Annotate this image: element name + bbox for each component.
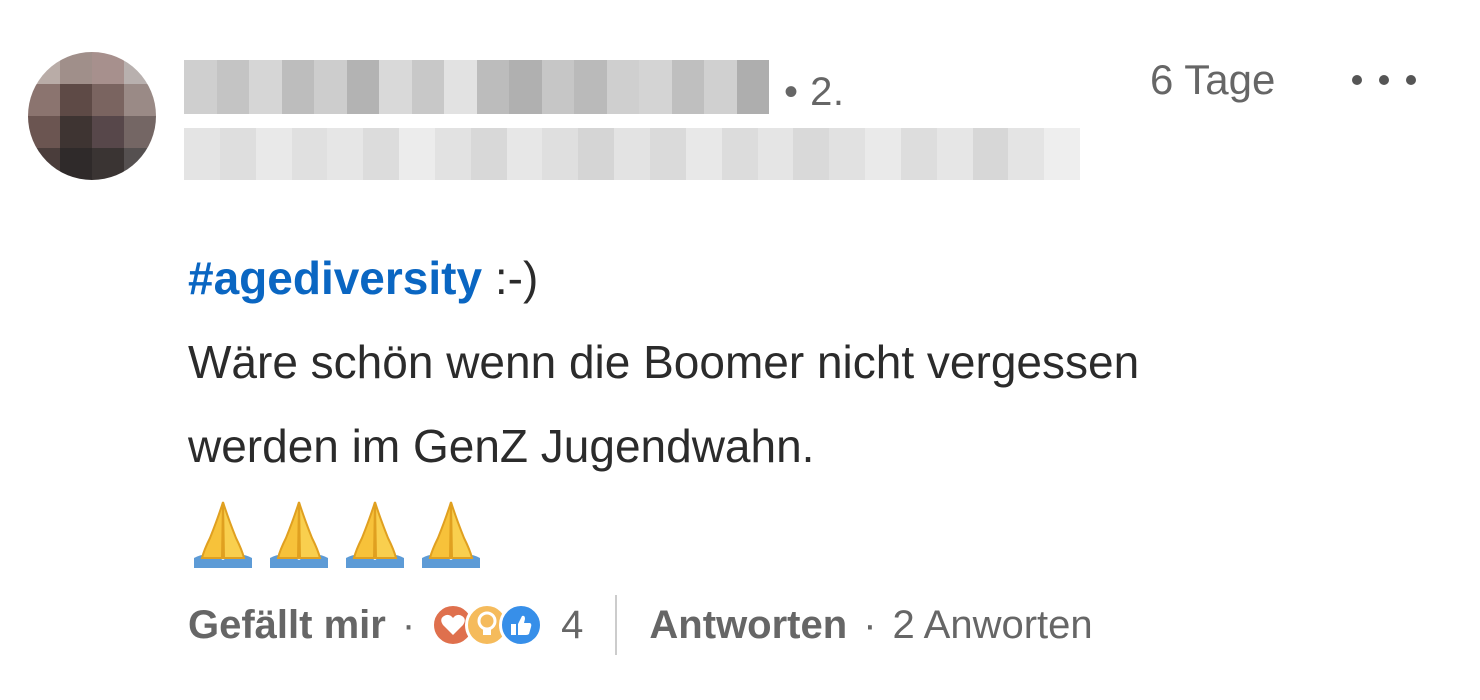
separator-dot: · <box>401 602 416 647</box>
author-headline-redacted <box>184 128 1081 180</box>
more-options-button[interactable] <box>1352 64 1416 96</box>
reaction-count[interactable]: 4 <box>561 603 583 648</box>
replies-count-link[interactable]: 2 Anworten <box>893 603 1093 648</box>
comment-first-line: #agediversity :-) <box>188 236 1428 320</box>
emoji-row <box>188 494 1428 570</box>
reactions-summary[interactable] <box>431 603 544 647</box>
like-icon <box>499 603 544 647</box>
separator-dot: · <box>863 602 877 647</box>
comment-timestamp: 6 Tage <box>1150 56 1276 103</box>
comment-text-line-1: Wäre schön wenn die Boomer nicht vergess… <box>188 336 1140 388</box>
author-name-redacted[interactable] <box>184 60 769 114</box>
like-button[interactable]: Gefällt mir <box>188 603 386 648</box>
emoticon: :-) <box>482 252 539 304</box>
folded-hands-icon <box>270 501 328 568</box>
comment-actions-bar: Gefällt mir · 4 Antworten · 2 Anworten <box>188 590 1093 660</box>
comment-card: • 2. 6 Tage #agediversity :-) Wäre schön… <box>0 0 1480 700</box>
folded-hands-icon <box>422 501 480 568</box>
divider <box>615 595 618 655</box>
reply-button[interactable]: Antworten <box>649 603 847 648</box>
more-options-icon <box>1352 75 1362 85</box>
folded-hands-icon <box>194 501 252 568</box>
connection-degree: • 2. <box>784 70 845 114</box>
hashtag-link[interactable]: #agediversity <box>188 252 482 304</box>
folded-hands-icon <box>346 501 404 568</box>
avatar[interactable] <box>28 52 156 180</box>
comment-body: #agediversity :-) Wäre schön wenn die Bo… <box>188 236 1428 570</box>
comment-text-line-2: werden im GenZ Jugendwahn. <box>188 420 815 472</box>
